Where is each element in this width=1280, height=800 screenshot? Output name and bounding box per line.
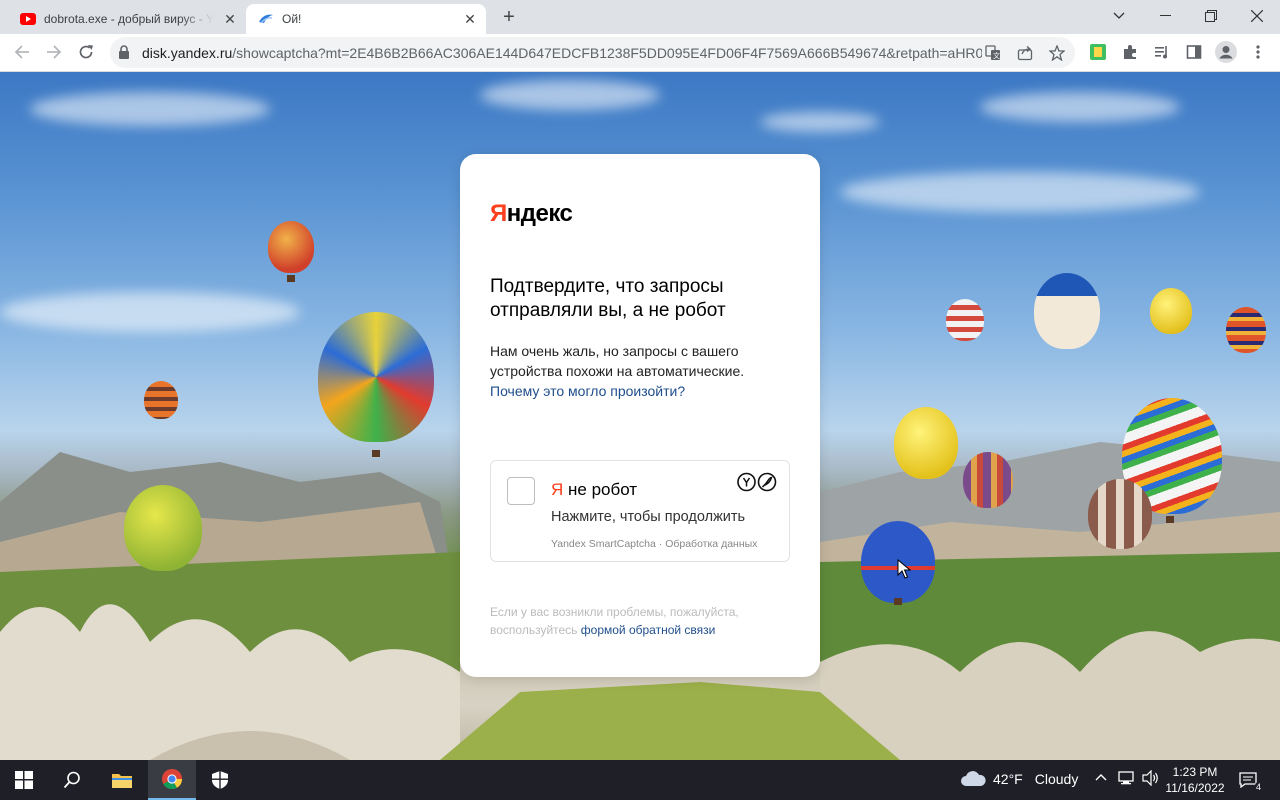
tab-captcha[interactable]: Ой! ✕	[246, 4, 486, 34]
arrow-left-icon	[14, 45, 29, 59]
windows-taskbar: 42°F Cloudy 1:23 PM 11/16/2022 4	[0, 760, 1280, 800]
page-title: Подтвердите, что запросы отправляли вы, …	[490, 276, 726, 321]
feedback-link[interactable]: формой обратной связи	[581, 623, 716, 637]
weather-condition: Cloudy	[1034, 771, 1079, 787]
youtube-icon	[20, 13, 36, 25]
new-tab-button[interactable]: +	[498, 7, 520, 29]
profile-avatar-icon[interactable]	[1212, 38, 1240, 66]
mouse-cursor-icon	[897, 559, 911, 579]
start-button[interactable]	[0, 760, 48, 800]
clock-time: 1:23 PM	[1172, 765, 1218, 779]
restore-icon	[1205, 10, 1217, 22]
captcha-title[interactable]: Я не робот	[551, 480, 637, 500]
minimize-button[interactable]	[1142, 0, 1188, 32]
share-icon[interactable]	[1014, 42, 1036, 64]
notification-center-button[interactable]: 4	[1236, 768, 1262, 792]
yandex-logo[interactable]: Яндекс	[490, 200, 573, 228]
cloud-icon	[961, 771, 986, 786]
reload-button[interactable]	[72, 38, 100, 66]
arrow-right-icon	[47, 45, 62, 59]
tab-close-icon[interactable]: ✕	[222, 11, 238, 27]
bookmark-star-icon[interactable]	[1046, 42, 1068, 64]
notification-count: 4	[1254, 782, 1262, 792]
system-clock[interactable]: 1:23 PM 11/16/2022	[1156, 764, 1234, 796]
tab-youtube[interactable]: dobrota.exe - добрый вирус - Yo ✕	[8, 4, 246, 34]
tab-search-button[interactable]	[1096, 0, 1142, 32]
help-text: Если у вас возникли проблемы, пожалуйста…	[490, 603, 790, 639]
captcha-footer[interactable]: Yandex SmartCaptcha · Обработка данных	[551, 538, 757, 550]
address-bar[interactable]: disk.yandex.ru/showcaptcha?mt=2E4B6B2B66…	[110, 37, 1075, 68]
why-link[interactable]: Почему это могло произойти?	[490, 383, 685, 399]
description-text: Нам очень жаль, но запросы с вашего устр…	[490, 341, 750, 401]
weather-widget[interactable]: 42°F Cloudy	[960, 770, 1078, 788]
network-icon[interactable]	[1118, 770, 1136, 789]
media-control-icon[interactable]	[1148, 38, 1176, 66]
description-body: Нам очень жаль, но запросы с вашего устр…	[490, 343, 745, 379]
chrome-icon	[162, 769, 183, 790]
tab-strip: dobrota.exe - добрый вирус - Yo ✕ Ой! ✕ …	[0, 0, 1280, 34]
chrome-button[interactable]	[148, 760, 196, 800]
forward-button[interactable]	[40, 38, 68, 66]
reload-icon	[79, 45, 93, 59]
page-content: Яндекс Подтвердите, что запросы отправля…	[0, 72, 1280, 760]
close-icon	[1251, 10, 1263, 22]
lock-icon[interactable]	[118, 45, 130, 59]
folder-icon	[112, 774, 132, 788]
menu-kebab-icon[interactable]	[1244, 38, 1272, 66]
browser-toolbar: disk.yandex.ru/showcaptcha?mt=2E4B6B2B66…	[0, 34, 1280, 72]
captcha-subtitle: Нажмите, чтобы продолжить	[551, 509, 746, 525]
tray-chevron-up-icon[interactable]	[1094, 770, 1108, 787]
extensions-puzzle-icon[interactable]	[1116, 38, 1144, 66]
not-robot-checkbox[interactable]	[507, 477, 535, 505]
search-icon	[63, 771, 80, 789]
shield-icon	[212, 771, 228, 789]
weather-temperature: 42°F	[993, 771, 1023, 787]
translate-icon[interactable]: 文	[982, 42, 1004, 64]
chevron-down-icon	[1113, 12, 1125, 19]
svg-text:文: 文	[993, 51, 1000, 60]
url-text[interactable]: disk.yandex.ru/showcaptcha?mt=2E4B6B2B66…	[142, 45, 982, 61]
tab-title: dobrota.exe - добрый вирус - Yo	[44, 12, 214, 26]
file-explorer-button[interactable]	[98, 760, 146, 800]
tab-title: Ой!	[282, 12, 302, 26]
close-window-button[interactable]	[1234, 0, 1280, 32]
captcha-card: Яндекс Подтвердите, что запросы отправля…	[460, 154, 820, 677]
smartcaptcha-widget[interactable]: Я не робот Нажмите, чтобы продолжить Yan…	[490, 460, 790, 562]
side-panel-icon[interactable]	[1180, 38, 1208, 66]
yandex-captcha-logo-icon	[737, 472, 777, 492]
minimize-icon	[1159, 15, 1171, 16]
tab-close-icon[interactable]: ✕	[462, 11, 478, 27]
extension-green-icon[interactable]	[1084, 38, 1112, 66]
restore-button[interactable]	[1188, 0, 1234, 32]
clock-date: 11/16/2022	[1165, 781, 1225, 795]
windows-logo-icon	[15, 771, 33, 789]
search-button[interactable]	[48, 760, 96, 800]
yandex-disk-icon	[259, 14, 273, 24]
security-button[interactable]	[196, 760, 244, 800]
back-button[interactable]	[8, 38, 36, 66]
